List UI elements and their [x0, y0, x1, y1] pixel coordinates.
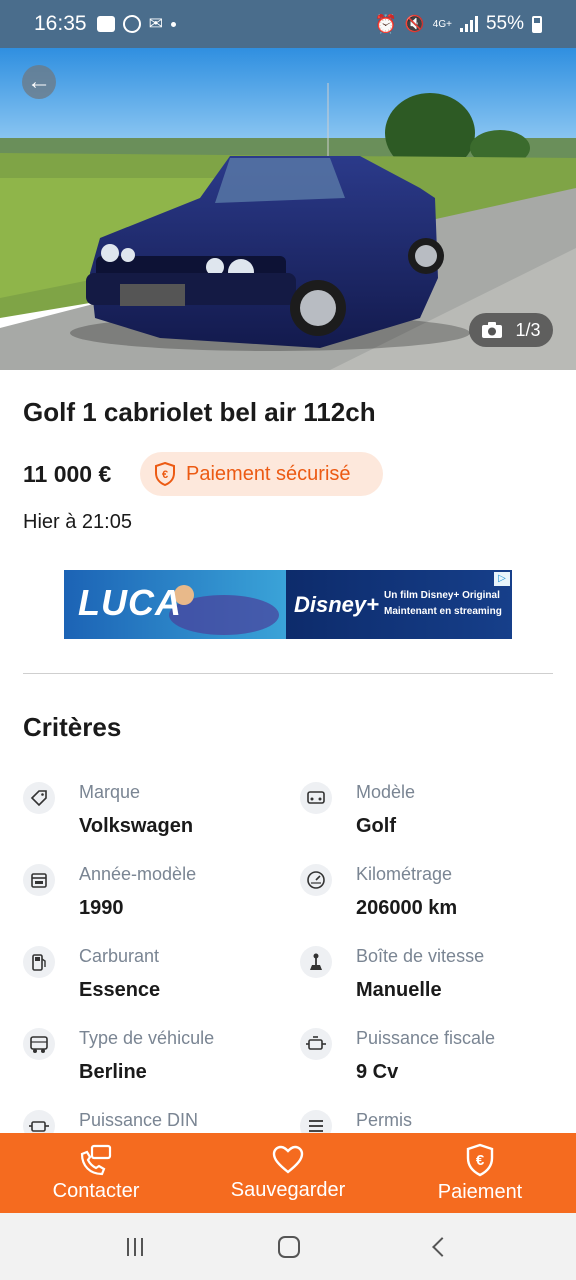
- criteria-title: Critères: [23, 712, 122, 742]
- criteria-value: Volkswagen: [79, 815, 194, 837]
- criteria-label: Type de véhicule: [79, 1028, 215, 1048]
- listing-price: 11 000 €: [23, 461, 112, 487]
- section-divider: [23, 673, 553, 674]
- criteria-item-boite: Boîte de vitesse Manuelle: [300, 946, 560, 1016]
- save-label: Sauvegarder: [230, 1178, 346, 1201]
- heart-icon: [272, 1145, 304, 1174]
- contact-button[interactable]: Contacter: [0, 1133, 192, 1213]
- network-type: 4G+: [432, 18, 452, 30]
- payment-button[interactable]: € Paiement: [384, 1133, 576, 1213]
- mute-icon: 🔇: [404, 16, 425, 33]
- secure-payment-badge[interactable]: € Paiement sécurisé: [140, 452, 383, 496]
- ad-luca-logo: LUCA: [78, 582, 182, 623]
- secure-payment-label: Paiement sécurisé: [186, 462, 351, 485]
- adchoices-icon[interactable]: ▷: [494, 572, 510, 586]
- battery-percent: 55%: [485, 13, 524, 34]
- gmail-icon: ✉: [148, 14, 163, 33]
- status-bar: 16:35 ✉ ⏰ 🔇 4G+ 55%: [0, 0, 576, 48]
- fuel-pump-icon: [23, 946, 55, 978]
- criteria-label: Kilométrage: [356, 864, 453, 884]
- home-icon[interactable]: [277, 1235, 300, 1258]
- status-time: 16:35: [34, 12, 87, 35]
- system-nav-bar: [0, 1213, 576, 1280]
- vehicle-type-icon: [23, 1028, 55, 1060]
- criteria-label: Carburant: [79, 946, 160, 966]
- criteria-item-type: Type de véhicule Berline: [23, 1028, 283, 1098]
- ad-tagline-1: Un film Disney+ Original: [384, 590, 500, 601]
- shield-euro-icon: €: [466, 1143, 494, 1176]
- criteria-item-marque: Marque Volkswagen: [23, 782, 283, 852]
- message-icon: [96, 16, 115, 32]
- criteria-value: 206000 km: [356, 897, 458, 919]
- criteria-label: Marque: [79, 782, 141, 802]
- criteria-label: Permis: [356, 1110, 413, 1130]
- criteria-value: 9 Cv: [356, 1061, 399, 1083]
- bottom-action-bar: Contacter Sauvegarder € Paiement: [0, 1133, 576, 1213]
- ad-tagline-2: Maintenant en streaming: [384, 606, 502, 617]
- ad-banner[interactable]: LUCA Disney+ Un film Disney+ Original Ma…: [64, 570, 512, 639]
- listing-title: Golf 1 cabriolet bel air 112ch: [23, 397, 376, 427]
- criteria-label: Boîte de vitesse: [356, 946, 485, 966]
- recents-icon[interactable]: [127, 1237, 144, 1256]
- calendar-icon: [23, 864, 55, 896]
- save-button[interactable]: Sauvegarder: [192, 1133, 384, 1213]
- payment-label: Paiement: [437, 1180, 523, 1203]
- criteria-value: Berline: [79, 1061, 147, 1083]
- tag-icon: [23, 782, 55, 814]
- criteria-item-annee: Année-modèle 1990: [23, 864, 283, 934]
- car-model-icon: [300, 782, 332, 814]
- criteria-value: Essence: [79, 979, 161, 1001]
- engine-icon: [300, 1028, 332, 1060]
- ad-disney-logo: Disney+: [294, 592, 379, 617]
- phone-message-icon: [80, 1144, 112, 1175]
- camera-icon: [482, 322, 503, 338]
- criteria-item-modele: Modèle Golf: [300, 782, 560, 852]
- criteria-item-carburant: Carburant Essence: [23, 946, 283, 1016]
- criteria-item-puissance-fiscale: Puissance fiscale 9 Cv: [300, 1028, 560, 1098]
- gear-stick-icon: [300, 946, 332, 978]
- back-button[interactable]: ←: [22, 65, 56, 99]
- criteria-item-kilometrage: Kilométrage 206000 km: [300, 864, 560, 934]
- battery-icon: [532, 15, 542, 33]
- svg-text:€: €: [162, 469, 168, 481]
- criteria-label: Puissance DIN: [79, 1110, 199, 1130]
- back-nav-icon[interactable]: [431, 1236, 452, 1257]
- photo-counter[interactable]: 1/3: [469, 313, 553, 347]
- contact-label: Contacter: [52, 1179, 140, 1202]
- criteria-value: Manuelle: [356, 979, 442, 1001]
- listing-date: Hier à 21:05: [23, 511, 132, 533]
- speedometer-icon: [300, 864, 332, 896]
- signal-icon: [459, 16, 478, 32]
- criteria-label: Année-modèle: [79, 864, 197, 884]
- more-notifications-icon: [170, 21, 176, 27]
- arrow-left-icon: ←: [27, 68, 51, 95]
- whatsapp-icon: [122, 15, 141, 33]
- criteria-value: 1990: [79, 897, 124, 919]
- criteria-label: Modèle: [356, 782, 416, 802]
- photo-counter-text: 1/3: [515, 319, 541, 340]
- alarm-icon: ⏰: [374, 13, 397, 34]
- shield-euro-icon: €: [155, 462, 175, 486]
- svg-text:€: €: [476, 1152, 485, 1169]
- criteria-label: Puissance fiscale: [356, 1028, 496, 1048]
- criteria-value: Golf: [356, 815, 396, 837]
